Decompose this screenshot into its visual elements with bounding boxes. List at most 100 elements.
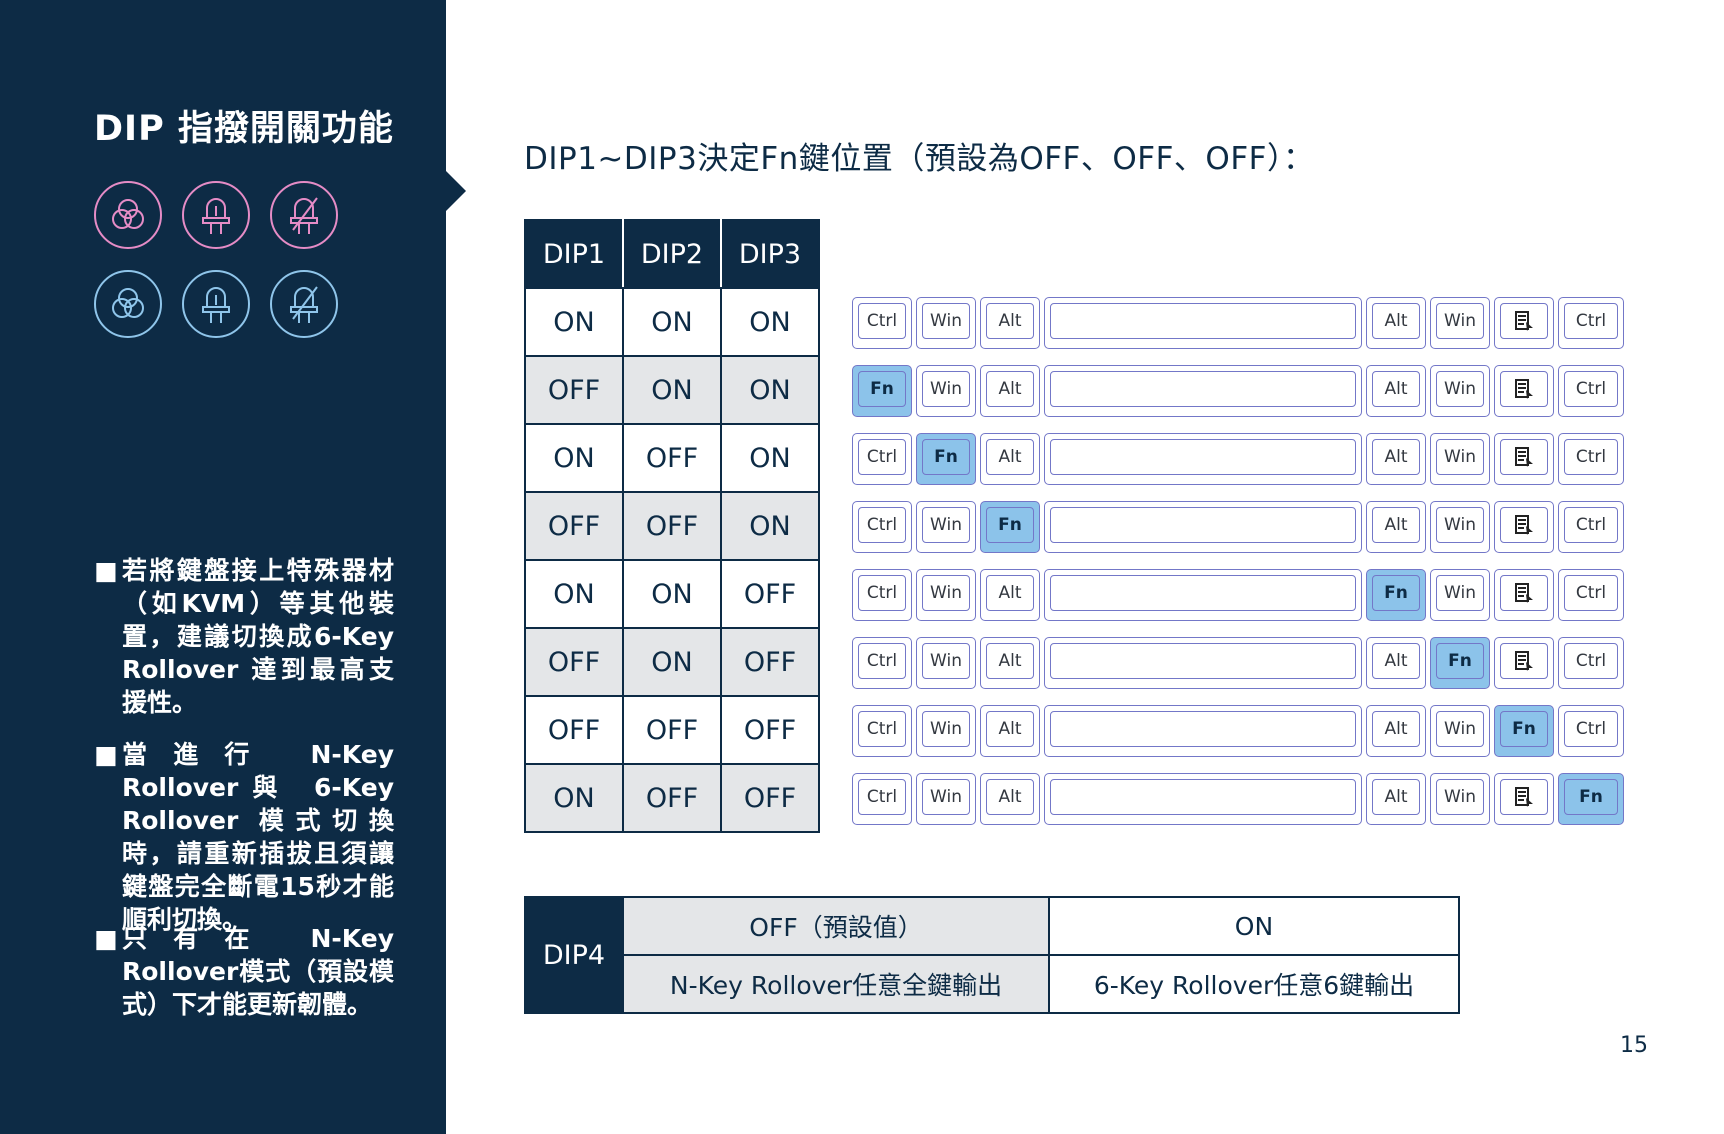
menu-key-icon xyxy=(1515,311,1533,331)
keyboard-row: Ctrl Win Alt Fn Win Ctrl xyxy=(852,569,1624,621)
menu-key xyxy=(1494,773,1554,825)
key-label xyxy=(1050,575,1356,611)
ctrl-key: Ctrl xyxy=(1558,365,1624,417)
note-text: 只有在 N-Key Rollover模式（預設模式）下才能更新韌體。 xyxy=(122,924,394,1019)
win-key: Win xyxy=(916,705,976,757)
dip-cell: ON xyxy=(720,355,820,425)
ctrl-key: Ctrl xyxy=(852,433,912,485)
led-icon xyxy=(182,270,250,338)
key-label: Fn xyxy=(858,371,906,407)
key-label: Win xyxy=(922,371,970,407)
table-row: OFF OFF ON xyxy=(524,491,820,561)
key-label: Ctrl xyxy=(858,643,906,679)
spacebar-key xyxy=(1044,297,1362,349)
ctrl-key: Ctrl xyxy=(852,773,912,825)
dip-cell: OFF xyxy=(622,491,722,561)
key-label: Alt xyxy=(1372,371,1420,407)
key-label xyxy=(1050,779,1356,815)
dip-cell: ON xyxy=(524,559,624,629)
dip-cell: OFF xyxy=(524,491,624,561)
dip-cell: OFF xyxy=(720,627,820,697)
dip4-label: DIP4 xyxy=(524,896,624,1014)
key-label: Fn xyxy=(1436,643,1484,679)
table-row: ON ON OFF xyxy=(524,559,820,629)
key-label xyxy=(1500,643,1548,679)
menu-key-icon xyxy=(1515,379,1533,399)
alt-key: Alt xyxy=(1366,433,1426,485)
spacebar-key xyxy=(1044,365,1362,417)
win-key: Win xyxy=(916,501,976,553)
table-row: N-Key Rollover任意全鍵輸出 6-Key Rollover任意6鍵輸… xyxy=(525,954,1460,1014)
sidebar-pointer xyxy=(446,171,466,211)
key-label: Win xyxy=(922,643,970,679)
fn-key: Fn xyxy=(1366,569,1426,621)
keyboard-row: Fn Win Alt Alt Win Ctrl xyxy=(852,365,1624,417)
key-label: Alt xyxy=(986,303,1034,339)
dip-cell: OFF xyxy=(720,559,820,629)
key-label: Win xyxy=(1436,779,1484,815)
ctrl-key: Ctrl xyxy=(1558,705,1624,757)
win-key: Win xyxy=(916,297,976,349)
ctrl-key: Ctrl xyxy=(852,297,912,349)
key-label: Ctrl xyxy=(858,575,906,611)
key-label xyxy=(1500,779,1548,815)
note-bullet: ■ xyxy=(94,924,118,953)
key-label xyxy=(1050,439,1356,475)
menu-key-icon xyxy=(1515,515,1533,535)
key-label: Alt xyxy=(986,371,1034,407)
table-row: DIP4 OFF（預設值） ON xyxy=(524,896,1460,1014)
ctrl-key: Ctrl xyxy=(1558,569,1624,621)
key-label: Alt xyxy=(1372,643,1420,679)
alt-key: Alt xyxy=(980,705,1040,757)
key-label: Fn xyxy=(1372,575,1420,611)
alt-key: Alt xyxy=(1366,501,1426,553)
key-label: Ctrl xyxy=(858,711,906,747)
alt-key: Alt xyxy=(1366,365,1426,417)
dip-cell: ON xyxy=(622,287,722,357)
keyboard-row: Ctrl Win Alt Alt Win Fn xyxy=(852,773,1624,825)
key-label: Alt xyxy=(1372,711,1420,747)
alt-key: Alt xyxy=(1366,297,1426,349)
menu-key xyxy=(1494,297,1554,349)
spacebar-key xyxy=(1044,705,1362,757)
sidebar-title: DIP 指撥開關功能 xyxy=(94,109,394,149)
dip4-on-header: ON xyxy=(1048,896,1460,956)
alt-key: Alt xyxy=(980,365,1040,417)
ctrl-key: Ctrl xyxy=(852,569,912,621)
key-label: Ctrl xyxy=(858,779,906,815)
dip-cell: OFF xyxy=(622,695,722,765)
key-label: Alt xyxy=(986,439,1034,475)
keyboard-row: Ctrl Win Alt Alt Win Fn Ctrl xyxy=(852,705,1624,757)
dip-cell: ON xyxy=(720,287,820,357)
menu-key xyxy=(1494,569,1554,621)
note-item: ■ 當進行 N-Key Rollover與 6-Key Rollover 模式切… xyxy=(94,738,394,936)
key-label: Fn xyxy=(1564,779,1618,815)
led-icon xyxy=(182,181,250,249)
win-key: Win xyxy=(916,365,976,417)
ctrl-key: Ctrl xyxy=(1558,501,1624,553)
win-key: Win xyxy=(1430,705,1490,757)
sidebar: DIP 指撥開關功能 ■ 若將鍵盤接上特殊器材（如KVM）等其他裝置，建議切換成… xyxy=(0,0,446,1134)
key-label: Ctrl xyxy=(858,303,906,339)
rgb-color-icon xyxy=(94,181,162,249)
key-label: Win xyxy=(922,711,970,747)
alt-key: Alt xyxy=(980,773,1040,825)
keyboard-row: Ctrl Win Alt Alt Win Ctrl xyxy=(852,297,1624,349)
spacebar-key xyxy=(1044,773,1362,825)
menu-key-icon xyxy=(1515,651,1533,671)
dip-cell: ON xyxy=(720,491,820,561)
key-label: Win xyxy=(1436,575,1484,611)
key-label: Alt xyxy=(1372,439,1420,475)
key-label: Win xyxy=(1436,303,1484,339)
page-number: 15 xyxy=(1620,1033,1648,1058)
dip-cell: ON xyxy=(622,355,722,425)
dip4-off-header: OFF（預設值） xyxy=(622,896,1050,956)
keyboard-row: Ctrl Win Fn Alt Win Ctrl xyxy=(852,501,1624,553)
table-row: OFF ON ON xyxy=(524,355,820,425)
key-label: Win xyxy=(922,779,970,815)
dip-header-cell: DIP2 xyxy=(622,219,722,289)
dip-cell: ON xyxy=(720,423,820,493)
alt-key: Alt xyxy=(980,433,1040,485)
key-label: Ctrl xyxy=(1564,371,1618,407)
led-off-icon xyxy=(270,270,338,338)
